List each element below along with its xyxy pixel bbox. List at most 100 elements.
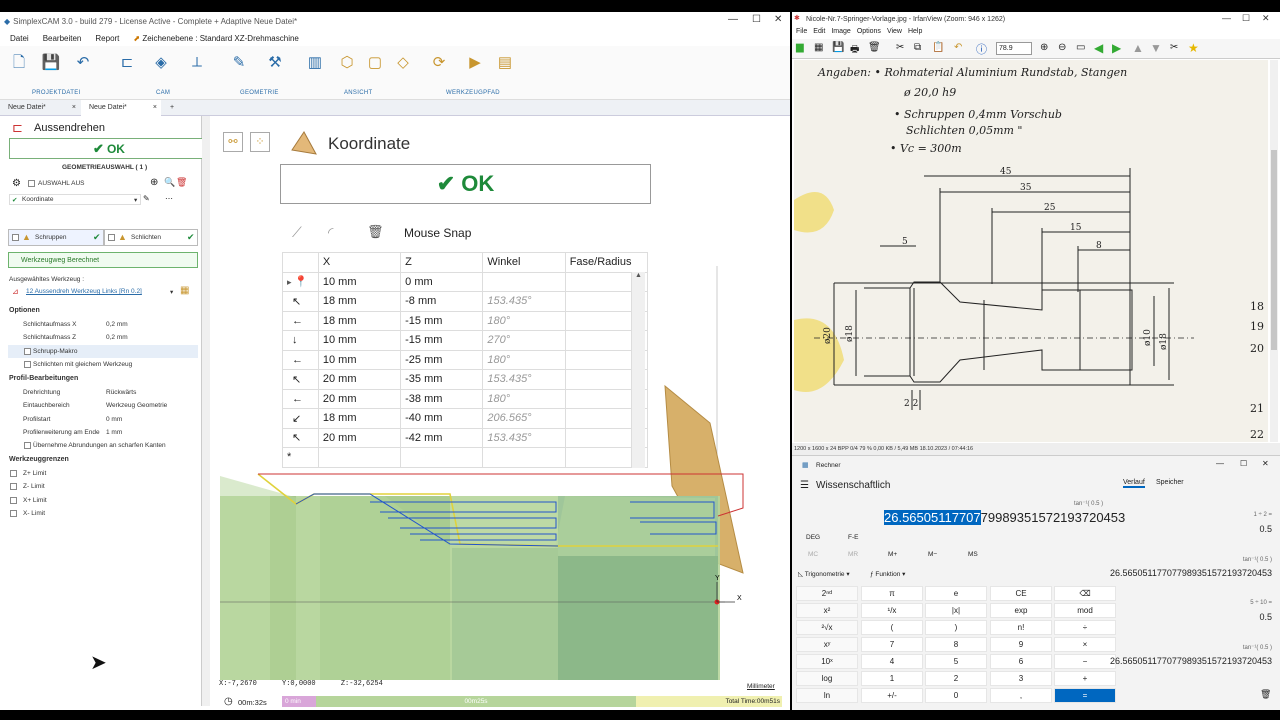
last-icon[interactable]: ▼ [1150,41,1162,55]
delete-icon[interactable]: 🗑 [176,177,187,188]
profile-extension-input[interactable]: 1 mm [106,429,122,436]
previous-icon[interactable]: ◀ [1094,41,1103,55]
nodes-icon[interactable]: ⁘ [250,132,270,152]
tools-icon[interactable]: ⚒ [264,52,286,74]
calc-key[interactable]: 2 [925,671,987,686]
memory-recall-button[interactable]: MR [848,551,858,558]
calc-key[interactable]: ¹/x [861,603,923,618]
zoom-input[interactable]: 78.9 [996,42,1032,55]
calc-key[interactable]: 3 [990,671,1052,686]
units-label[interactable]: Millimeter [747,683,775,690]
calc-key[interactable]: ( [861,620,923,635]
tab-memory[interactable]: Speicher [1156,479,1184,486]
settings-icon[interactable]: ✂ [1170,42,1178,53]
arc-tool-icon[interactable]: ◜ [328,224,333,241]
sharp-edges-checkbox[interactable] [24,442,31,449]
selection-off-checkbox[interactable] [28,180,35,187]
calc-key[interactable]: ln [796,688,858,703]
zoom-out-icon[interactable]: ⊖ [1058,42,1066,53]
strategy-roughing[interactable]: ▲ Schruppen ✔ [8,229,104,246]
history-value[interactable]: 0.5 [1092,612,1272,622]
calc-key[interactable]: 9 [990,637,1052,652]
memory-clear-button[interactable]: MC [808,551,818,558]
deg-toggle[interactable]: DEG [806,534,820,541]
delete-icon[interactable]: 🗑 [868,42,881,53]
regenerate-icon[interactable]: ⟳ [428,52,450,74]
history-value[interactable]: 26.565051177077989351572193720453 [1092,568,1272,578]
view-layout-icon[interactable]: ▥ [304,52,326,74]
calc-key[interactable]: 2ⁿᵈ [796,586,858,601]
view-3d-icon[interactable]: ⬡ [336,52,358,74]
menu-bearbeiten[interactable]: Bearbeiten [43,34,82,43]
minimize-button[interactable]: — [1216,459,1224,468]
x-plus-limit-checkbox[interactable] [10,497,17,504]
menu-options[interactable]: Options [857,28,881,38]
history-expression[interactable]: 1 ÷ 2 = [1092,512,1272,518]
calc-key[interactable]: 5 [925,654,987,669]
calc-key[interactable]: +/- [861,688,923,703]
tab-neue-datei-2[interactable]: Neue Datei* × [81,100,161,116]
zoom-in-icon[interactable]: ⊕ [1040,42,1048,53]
tool-library-icon[interactable]: ▦ [180,285,189,296]
memory-store-button[interactable]: MS [968,551,978,558]
fe-toggle[interactable]: F-E [848,534,858,541]
finish-allowance-z-input[interactable]: 0,2 mm [106,334,128,341]
mouse-snap-label[interactable]: Mouse Snap [404,226,471,240]
minimize-button[interactable]: — [1222,13,1231,23]
hamburger-menu-icon[interactable]: ☰ [800,480,809,491]
history-value[interactable]: 26.565051177077989351572193720453 [1092,656,1272,666]
calc-key[interactable]: |x| [925,603,987,618]
draw-pen-icon[interactable]: ✎ [228,52,250,74]
star-icon[interactable]: ★ [1188,41,1199,55]
menu-view[interactable]: View [887,28,902,38]
play-simulation-icon[interactable]: ▶ [464,52,486,74]
maximize-button[interactable]: ☐ [752,14,761,25]
calc-key[interactable]: xʸ [796,637,858,652]
finish-allowance-x-input[interactable]: 0,2 mm [106,321,128,328]
z-plus-limit-checkbox[interactable] [10,470,17,477]
ok-button[interactable]: ✔ OK [9,138,209,159]
cam-layer-icon[interactable]: ◈ [150,52,172,74]
history-expression[interactable]: tan⁻¹( 0.5 ) [1092,644,1272,651]
tool-select-link[interactable]: 12 Aussendreh Werkzeug Links [Rn 0.2] [26,288,142,295]
geometry-dropdown[interactable]: ✔ Koordinate ▾ [9,194,141,205]
cam-op-icon[interactable]: ⊏ [116,52,138,74]
technical-drawing-image[interactable]: Angaben: • Rohmaterial Aluminium Rundsta… [794,60,1268,442]
maximize-button[interactable]: ☐ [1240,459,1247,468]
tab-neue-datei-1[interactable]: Neue Datei* × [0,100,80,116]
add-tab-button[interactable]: + [162,100,182,116]
calc-key[interactable]: 0 [925,688,987,703]
chevron-down-icon[interactable]: ▾ [170,288,173,296]
calc-key[interactable]: n! [990,620,1052,635]
cam-viewport[interactable]: Y X [210,266,790,686]
clear-history-icon[interactable]: 🗑 [1260,689,1271,700]
paste-icon[interactable]: 📋 [932,42,944,53]
calc-key[interactable]: 1 [861,671,923,686]
selection-tool-icon[interactable]: ⚙ [12,178,21,189]
calc-key[interactable]: 6 [990,654,1052,669]
timeline-segment-2[interactable]: 00m25s [316,696,636,707]
calc-key[interactable]: exp [990,603,1052,618]
minimize-button[interactable]: — [728,14,738,25]
calc-key[interactable]: CE [990,586,1052,601]
history-value[interactable]: 0.5 [1092,524,1272,534]
close-tab-icon[interactable]: × [153,100,157,116]
ok-button-large[interactable]: ✔ OK [280,164,651,204]
link-icon[interactable]: ⚯ [223,132,243,152]
cam-lathe-icon[interactable]: ⟂ [186,52,208,74]
calc-key[interactable]: , [990,688,1052,703]
same-tool-checkbox[interactable] [24,361,31,368]
edit-geometry-icon[interactable]: ✎ [143,194,150,203]
turning-direction-select[interactable]: Rückwärts [106,389,136,396]
info-icon[interactable]: ⓘ [976,41,987,57]
close-button[interactable]: ✕ [774,14,782,25]
rough-macro-checkbox[interactable] [24,348,31,355]
z-minus-limit-checkbox[interactable] [10,483,17,490]
close-tab-icon[interactable]: × [72,100,76,116]
profile-start-input[interactable]: 0 mm [106,416,122,423]
undo-icon[interactable]: ↶ [72,52,94,74]
view-2d-icon[interactable]: ▢ [364,52,386,74]
calc-key[interactable]: 4 [861,654,923,669]
more-icon[interactable]: ⋯ [165,194,173,203]
calc-key[interactable]: ) [925,620,987,635]
